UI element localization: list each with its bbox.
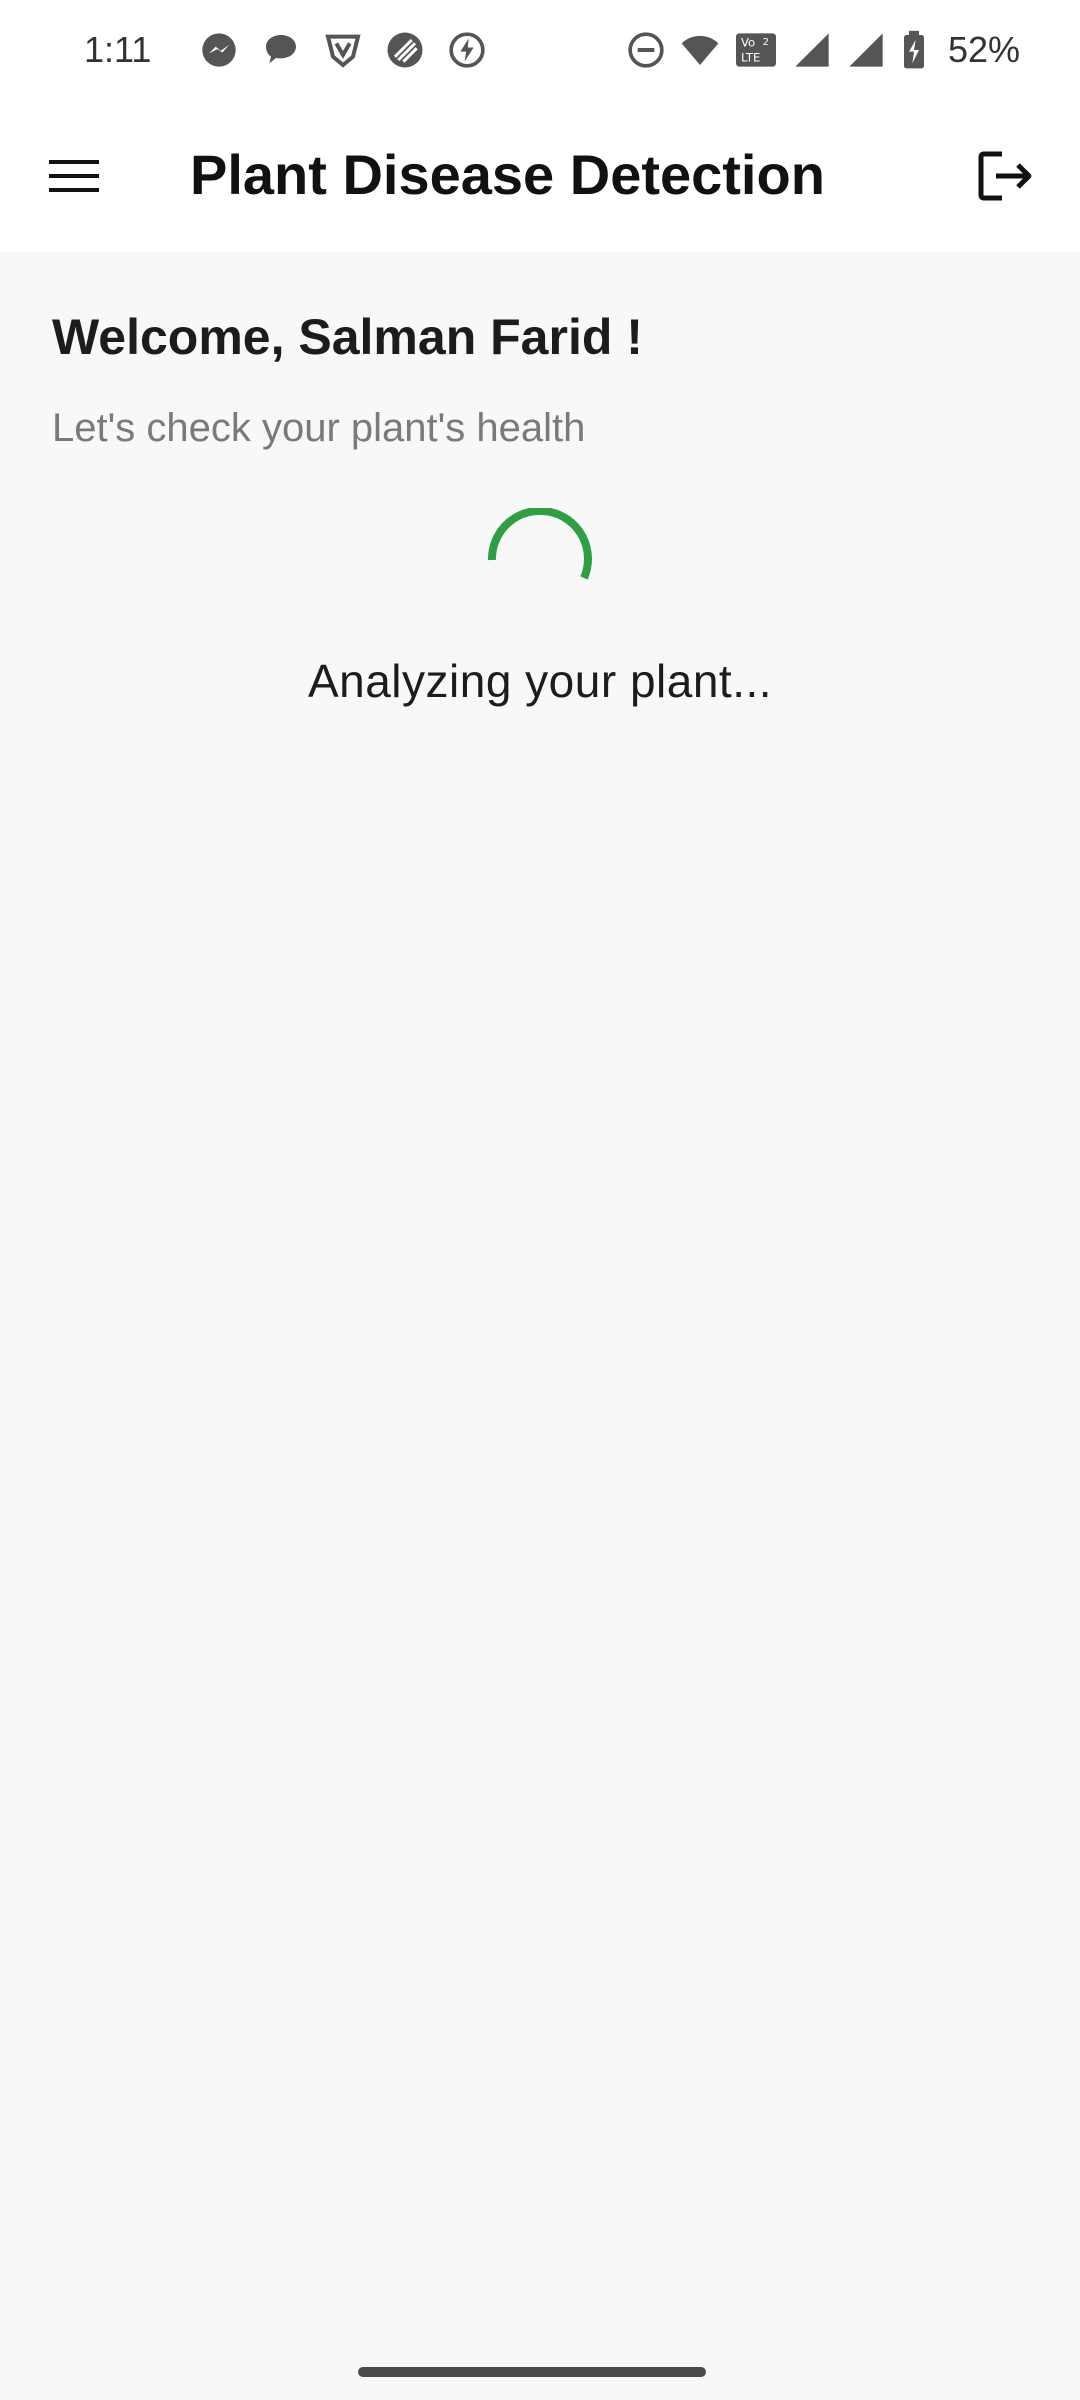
shield-v-icon (323, 30, 363, 70)
status-bar: 1:11 Vo 2 LTE 52% (0, 0, 1080, 100)
messenger-icon (199, 30, 239, 70)
stripes-app-icon (385, 30, 425, 70)
page-title: Plant Disease Detection (190, 143, 825, 206)
status-time: 1:11 (84, 29, 152, 70)
logout-button[interactable] (968, 138, 1044, 214)
svg-text:LTE: LTE (741, 51, 760, 65)
loading-text: Analyzing your plant... (307, 655, 773, 707)
volte-icon: Vo 2 LTE (734, 30, 778, 70)
loading-spinner (486, 506, 594, 616)
do-not-disturb-icon (626, 30, 666, 70)
hamburger-menu-icon (49, 158, 99, 194)
status-right-group: Vo 2 LTE 52% (626, 29, 1020, 71)
welcome-subtitle: Let's check your plant's health (52, 406, 586, 450)
wifi-icon (680, 30, 720, 70)
battery-percent: 52% (947, 29, 1020, 70)
chat-bubble-icon (261, 30, 301, 70)
logout-icon (978, 150, 1034, 202)
bolt-circle-icon (447, 30, 487, 70)
signal-icon (846, 30, 886, 70)
svg-text:Vo: Vo (741, 36, 755, 50)
menu-button[interactable] (38, 140, 110, 212)
svg-text:2: 2 (763, 37, 769, 48)
battery-charging-icon (900, 30, 928, 70)
screen: 1:11 Vo 2 LTE 52% Plant Disease Detectio… (0, 0, 1080, 2400)
welcome-heading: Welcome, Salman Farid ! (52, 309, 643, 365)
app-bar: Plant Disease Detection (0, 100, 1080, 252)
status-left-group: 1:11 (84, 29, 487, 71)
home-indicator[interactable] (358, 2367, 706, 2377)
signal-icon (792, 30, 832, 70)
